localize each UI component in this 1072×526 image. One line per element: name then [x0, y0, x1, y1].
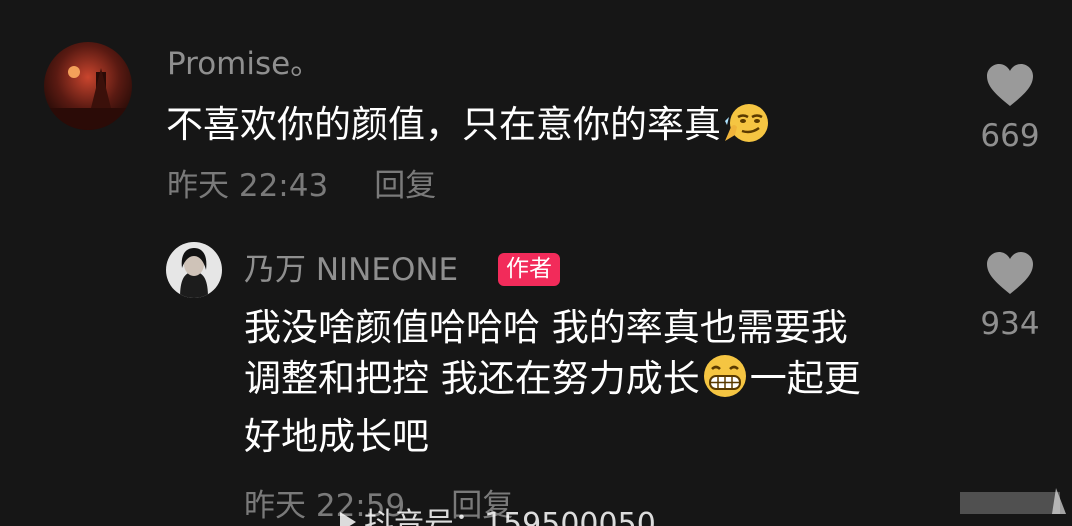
watermark-text: 抖音号：159500050	[364, 507, 656, 526]
douyin-watermark: 抖音号：159500050	[340, 508, 656, 526]
avatar-image	[44, 42, 132, 130]
avatar-image	[166, 242, 222, 298]
comment-username[interactable]: Promise。	[167, 46, 321, 82]
comment-like-count: 669	[980, 118, 1040, 154]
reply-username[interactable]: 乃万 NINEONE	[244, 252, 458, 288]
smirk-face-emoji	[721, 101, 771, 158]
comment-text: 不喜欢你的颜值，只在意你的率真	[166, 100, 926, 158]
comment-thread: Promise。 不喜欢你的颜值，只在意你的率真 昨天 22:43 回复 669	[0, 0, 1072, 526]
comment-reply-button[interactable]: 回复	[374, 168, 436, 204]
reply-text: 我没啥颜值哈哈哈 我的率真也需要我 调整和把控 我还在努力成长 一起更 好地成长…	[244, 303, 964, 462]
reply-text-line: 我没啥颜值哈哈哈 我的率真也需要我	[244, 306, 848, 349]
avatar[interactable]	[44, 42, 132, 130]
comment-like-button[interactable]: 669	[960, 62, 1060, 154]
play-icon	[340, 512, 356, 526]
reply-text-segment: 调整和把控 我还在努力成长	[244, 357, 700, 400]
author-badge: 作者	[498, 253, 560, 286]
reply-text-segment: 一起更	[749, 357, 861, 400]
reply-text-line: 好地成长吧	[244, 415, 429, 458]
reply-like-count: 934	[980, 306, 1040, 342]
heart-icon	[987, 252, 1033, 294]
reply-text-line: 调整和把控 我还在努力成长 一起更	[244, 353, 964, 412]
reply-like-button[interactable]: 934	[960, 250, 1060, 342]
brand-watermark-icon	[960, 488, 1066, 514]
comment-text-body: 不喜欢你的颜值，只在意你的率真	[166, 103, 721, 146]
grinning-face-emoji	[700, 353, 750, 412]
heart-icon	[987, 64, 1033, 106]
brand-watermark	[960, 484, 1070, 524]
comment-timestamp: 昨天 22:43	[167, 168, 329, 204]
comment-meta: 昨天 22:43 回复	[167, 168, 436, 204]
reply-avatar[interactable]	[166, 242, 222, 298]
